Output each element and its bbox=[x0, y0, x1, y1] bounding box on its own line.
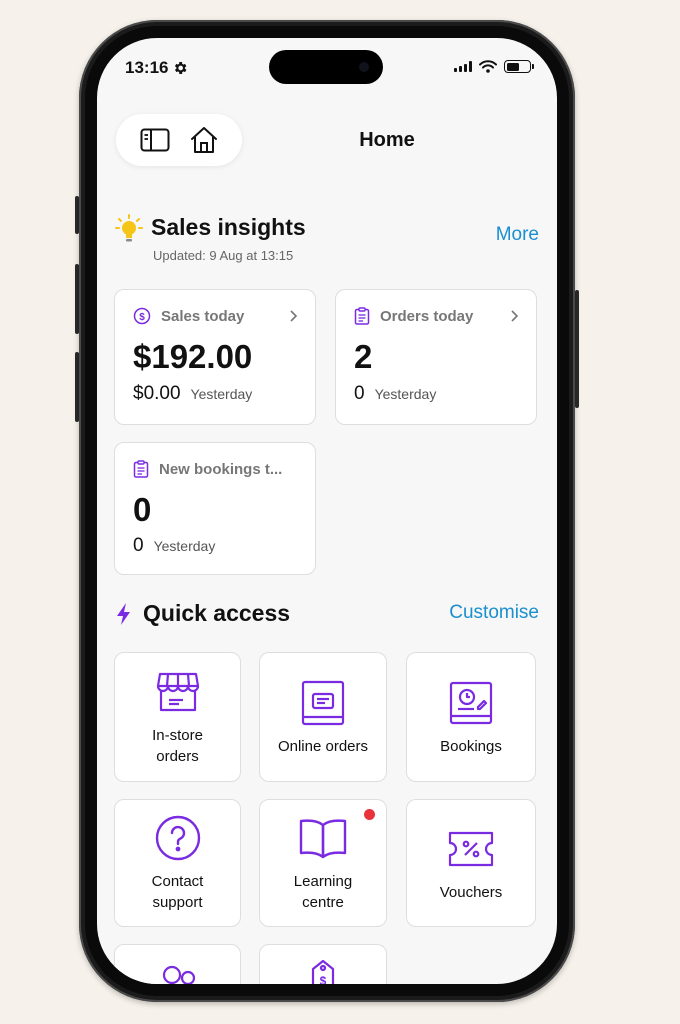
sales-today-label: Sales today bbox=[161, 307, 245, 325]
home-button[interactable] bbox=[187, 123, 221, 157]
notification-dot bbox=[364, 809, 375, 820]
tile-in-store-orders[interactable]: In-store orders bbox=[114, 652, 241, 782]
more-link[interactable]: More bbox=[496, 224, 539, 246]
status-time-text: 13:16 bbox=[125, 58, 169, 77]
new-bookings-card[interactable]: New bookings t... 0 0 Yesterday bbox=[114, 442, 316, 575]
orders-today-value: 2 bbox=[354, 338, 373, 375]
status-time: 13:16 bbox=[125, 58, 188, 78]
tile-label: In-store orders bbox=[152, 727, 203, 765]
tile-vouchers[interactable]: Vouchers bbox=[406, 799, 536, 927]
tile-label: Contact support bbox=[151, 873, 204, 911]
dollar-coin-icon: $ bbox=[133, 307, 151, 325]
orders-today-label: Orders today bbox=[380, 307, 474, 325]
tile-price-tag[interactable]: $ bbox=[259, 944, 387, 984]
tile-learning-centre[interactable]: Learning centre bbox=[259, 799, 387, 927]
bookings-yesterday-row: 0 Yesterday bbox=[133, 535, 215, 557]
bookings-icon bbox=[449, 681, 493, 724]
home-icon bbox=[190, 127, 217, 153]
bookings-yesterday-value: 0 bbox=[133, 535, 144, 556]
customers-icon bbox=[162, 965, 196, 984]
tile-label: Learning centre bbox=[293, 873, 353, 911]
quick-access-title: Quick access bbox=[143, 600, 291, 626]
dynamic-island bbox=[269, 50, 383, 84]
phone-frame: 13:16 Home Sales insights More Updated: … bbox=[79, 20, 575, 1002]
svg-text:$: $ bbox=[139, 312, 145, 323]
battery-icon bbox=[504, 60, 534, 73]
book-icon bbox=[299, 819, 347, 859]
power-button bbox=[575, 290, 579, 408]
svg-text:$: $ bbox=[320, 974, 327, 984]
status-indicators bbox=[454, 60, 534, 73]
orders-yesterday-value: 0 bbox=[354, 383, 365, 404]
online-orders-icon bbox=[301, 680, 345, 725]
chevron-right-icon bbox=[511, 310, 519, 322]
store-icon bbox=[156, 672, 199, 712]
orders-yesterday-row: 0 Yesterday bbox=[354, 383, 436, 405]
tile-bookings[interactable]: Bookings bbox=[406, 652, 536, 782]
tile-label: Vouchers bbox=[439, 883, 503, 901]
wifi-icon bbox=[479, 60, 497, 73]
tile-contact-support[interactable]: Contact support bbox=[114, 799, 241, 927]
yesterday-label: Yesterday bbox=[374, 386, 437, 402]
lightbulb-icon bbox=[115, 214, 143, 242]
clipboard-icon bbox=[354, 307, 370, 325]
app-screen: 13:16 Home Sales insights More Updated: … bbox=[97, 38, 557, 984]
sales-yesterday-value: $0.00 bbox=[133, 383, 181, 404]
sidebar-toggle-button[interactable] bbox=[138, 123, 172, 157]
customise-link[interactable]: Customise bbox=[449, 602, 539, 624]
cellular-signal-icon bbox=[454, 61, 472, 72]
sales-insights-title: Sales insights bbox=[151, 214, 306, 240]
sales-today-card[interactable]: $ Sales today $192.00 $0.00 Yesterday bbox=[114, 289, 316, 425]
sales-yesterday-row: $0.00 Yesterday bbox=[133, 383, 252, 405]
insights-updated-text: Updated: 9 Aug at 13:15 bbox=[153, 248, 294, 263]
question-icon bbox=[155, 815, 200, 861]
price-tag-icon: $ bbox=[311, 959, 335, 984]
voucher-icon bbox=[448, 831, 494, 866]
lightning-bolt-icon bbox=[117, 603, 130, 625]
page-title: Home bbox=[359, 129, 415, 151]
new-bookings-value: 0 bbox=[133, 491, 152, 528]
tile-online-orders[interactable]: Online orders bbox=[259, 652, 387, 782]
gear-icon bbox=[175, 62, 187, 74]
sidebar-icon bbox=[140, 128, 169, 152]
orders-today-card[interactable]: Orders today 2 0 Yesterday bbox=[335, 289, 537, 425]
new-bookings-label: New bookings t... bbox=[159, 460, 283, 478]
tile-customers[interactable] bbox=[114, 944, 241, 984]
sales-today-value: $192.00 bbox=[133, 338, 253, 375]
nav-pill bbox=[116, 114, 242, 166]
chevron-right-icon bbox=[290, 310, 298, 322]
yesterday-label: Yesterday bbox=[153, 538, 216, 554]
clipboard-icon bbox=[133, 460, 149, 478]
tile-label: Bookings bbox=[440, 737, 502, 755]
phone-bezel: 13:16 Home Sales insights More Updated: … bbox=[85, 26, 569, 996]
yesterday-label: Yesterday bbox=[190, 386, 253, 402]
tile-label: Online orders bbox=[277, 737, 369, 755]
